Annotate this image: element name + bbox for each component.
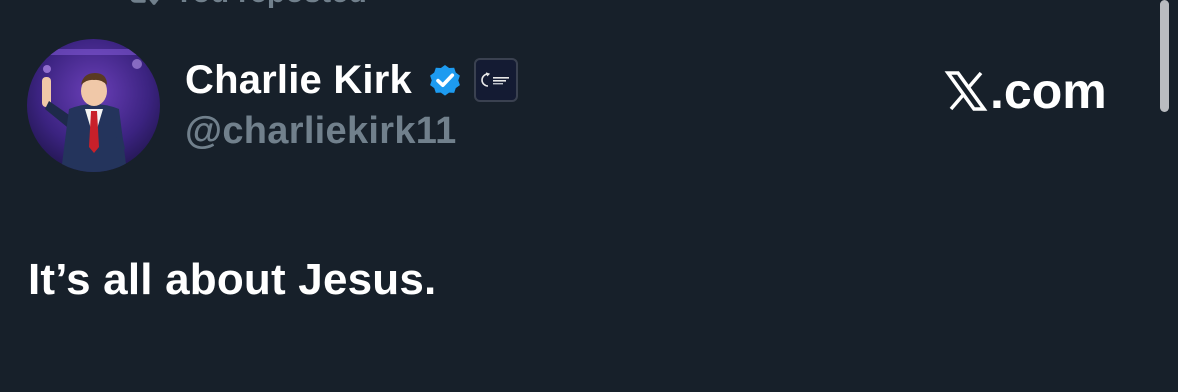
verified-badge-icon[interactable]	[426, 61, 464, 99]
scrollbar[interactable]	[1160, 0, 1169, 112]
tweet-card: You reposted Charlie Ki	[0, 0, 1178, 392]
repost-icon	[126, 0, 160, 7]
repost-label: You reposted	[174, 0, 367, 10]
author-name-row: Charlie Kirk	[185, 55, 518, 105]
x-logo-icon	[944, 69, 988, 113]
repost-indicator: You reposted	[126, 0, 367, 10]
site-watermark: . com	[944, 62, 1107, 120]
tweet-text: It’s all about Jesus.	[28, 255, 437, 304]
affiliate-badge-icon[interactable]	[473, 58, 518, 102]
site-domain: com	[1003, 63, 1107, 119]
author-handle[interactable]: @charliekirk11	[185, 110, 457, 153]
author-display-name[interactable]: Charlie Kirk	[185, 58, 412, 103]
avatar[interactable]	[27, 39, 160, 172]
